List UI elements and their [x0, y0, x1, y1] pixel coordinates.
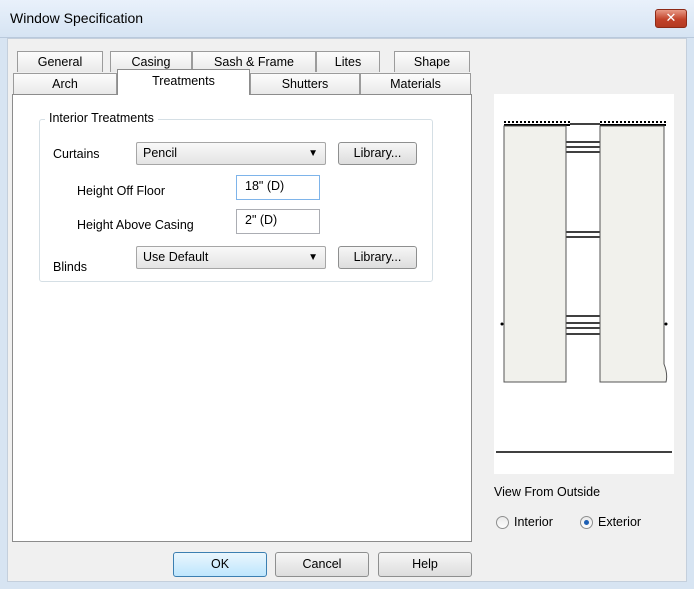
tab-shape[interactable]: Shape [394, 51, 470, 72]
height-off-floor-label: Height Off Floor [77, 184, 166, 198]
window-preview [494, 94, 674, 474]
window-title: Window Specification [10, 10, 144, 26]
curtains-label: Curtains [53, 147, 100, 161]
help-button[interactable]: Help [378, 552, 472, 577]
curtains-select[interactable]: Pencil ▼ [136, 142, 326, 165]
tab-lites[interactable]: Lites [316, 51, 380, 72]
blinds-value: Use Default [143, 250, 209, 264]
exterior-radio-label: Exterior [598, 515, 642, 529]
close-icon: ✕ [665, 10, 677, 25]
blinds-library-button[interactable]: Library... [338, 246, 417, 269]
window-preview-icon [496, 121, 672, 453]
tab-materials[interactable]: Materials [360, 73, 471, 94]
ok-button[interactable]: OK [173, 552, 267, 577]
curtains-value: Pencil [143, 146, 178, 160]
blinds-label: Blinds [53, 260, 88, 274]
view-from-outside-label: View From Outside [494, 485, 601, 499]
tab-shutters[interactable]: Shutters [250, 73, 360, 94]
interior-radio[interactable] [496, 516, 509, 529]
height-above-casing-input[interactable]: 2" (D) [236, 209, 320, 234]
curtains-library-button[interactable]: Library... [338, 142, 417, 165]
interior-radio-label: Interior [514, 515, 553, 529]
height-off-floor-input[interactable]: 18" (D) [236, 175, 320, 200]
blinds-select[interactable]: Use Default ▼ [136, 246, 326, 269]
tab-arch[interactable]: Arch [13, 73, 117, 94]
exterior-radio[interactable] [580, 516, 593, 529]
group-label: Interior Treatments [45, 111, 158, 125]
chevron-down-icon: ▼ [308, 148, 318, 159]
height-above-casing-label: Height Above Casing [77, 218, 194, 232]
cancel-button[interactable]: Cancel [275, 552, 369, 577]
close-button[interactable]: ✕ [655, 9, 687, 28]
tab-treatments[interactable]: Treatments [117, 69, 250, 95]
tab-general[interactable]: General [17, 51, 103, 72]
chevron-down-icon: ▼ [308, 252, 318, 263]
